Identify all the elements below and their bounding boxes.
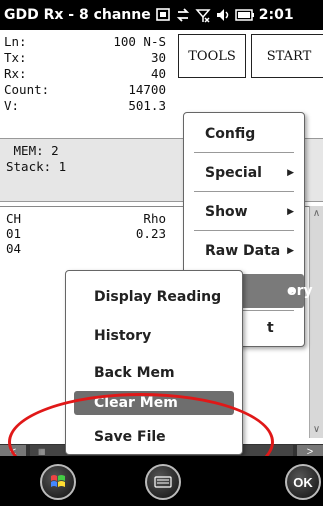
keyboard-icon[interactable]: [145, 464, 181, 500]
tools-button[interactable]: TOOLS: [178, 34, 246, 78]
info-row: V: 501.3: [4, 98, 174, 114]
softkey-bar: OK: [0, 456, 323, 506]
memory-submenu: Display Reading History Back Mem Clear M…: [65, 270, 243, 455]
battery-icon: [234, 8, 255, 22]
table-cell: 01: [6, 226, 22, 241]
menu-item-special[interactable]: Special ▶: [184, 156, 302, 190]
table-cell: 04: [6, 241, 22, 256]
info-row: Rx: 40: [4, 66, 174, 82]
menu-item-label: Save File: [94, 429, 166, 445]
submenu-arrow-icon: ▶: [287, 207, 294, 217]
menu-item-label: Clear Mem: [94, 395, 178, 411]
status-bar: GDD Rx - 8 channe 2:01: [0, 0, 323, 30]
menu-item-raw-data[interactable]: Raw Data ▶: [184, 234, 302, 268]
menu-item-label: Raw Data: [205, 243, 281, 259]
menu-item-show[interactable]: Show ▶: [184, 195, 302, 229]
submenu-item-save-file[interactable]: Save File: [66, 421, 242, 453]
info-value: 100 N-S: [113, 34, 166, 49]
menu-item-label: Back Mem: [94, 365, 175, 381]
clock: 2:01: [258, 7, 294, 23]
submenu-item-back-mem[interactable]: Back Mem: [66, 357, 242, 389]
menu-item-config[interactable]: Config: [184, 117, 302, 151]
info-label: Tx:: [4, 50, 27, 65]
app-window: Ln: 100 N-S Tx: 30 Rx: 40 Count: 14700 V: 501…: [0, 30, 323, 491]
info-row: Ln: 100 N-S: [4, 34, 174, 50]
info-value: 501.3: [128, 98, 166, 113]
scroll-up-icon[interactable]: ∧: [310, 206, 323, 222]
reading-info-panel: Ln: 100 N-S Tx: 30 Rx: 40 Count: 14700 V: 501…: [4, 34, 174, 114]
info-value: 14700: [128, 82, 166, 97]
menu-item-label: Display Reading: [94, 289, 222, 305]
column-header-rho: Rho: [143, 211, 166, 226]
ok-button[interactable]: OK: [285, 464, 321, 500]
submenu-arrow-icon: ▶: [289, 286, 296, 296]
info-label: Count:: [4, 82, 50, 97]
speaker-icon[interactable]: [215, 7, 231, 23]
windows-switch-icon[interactable]: [155, 7, 171, 23]
windows-start-icon[interactable]: [40, 464, 76, 500]
info-row: Tx: 30: [4, 50, 174, 66]
submenu-item-clear-mem[interactable]: Clear Mem: [74, 391, 234, 415]
info-label: V:: [4, 98, 20, 113]
menu-divider: [194, 191, 294, 192]
submenu-arrow-icon: ▶: [287, 246, 294, 256]
submenu-arrow-icon: ▶: [287, 168, 294, 178]
menu-item-label: Show: [205, 204, 248, 220]
info-label: Ln:: [4, 34, 27, 49]
column-header-ch: CH: [6, 211, 22, 226]
info-label: Rx:: [4, 66, 27, 81]
table-cell: 0.23: [135, 226, 166, 241]
menu-divider: [194, 230, 294, 231]
menu-divider: [194, 152, 294, 153]
vertical-scrollbar[interactable]: ∧ ∨: [309, 206, 323, 438]
sync-icon: [175, 7, 191, 23]
menu-item-label: History: [94, 328, 152, 344]
info-value: 30: [150, 50, 166, 65]
window-title: GDD Rx - 8 channe: [4, 7, 151, 23]
info-row: Count: 14700: [4, 82, 174, 98]
no-signal-icon: [195, 7, 211, 23]
submenu-item-display-reading[interactable]: Display Reading: [66, 281, 242, 313]
start-button[interactable]: START: [251, 34, 323, 78]
submenu-item-history[interactable]: History: [66, 320, 242, 352]
menu-item-label: Special: [205, 165, 262, 181]
info-value: 40: [150, 66, 166, 81]
menu-item-label: Config: [205, 126, 256, 142]
scroll-down-icon[interactable]: ∨: [310, 422, 323, 438]
table-cell: [86, 241, 166, 256]
